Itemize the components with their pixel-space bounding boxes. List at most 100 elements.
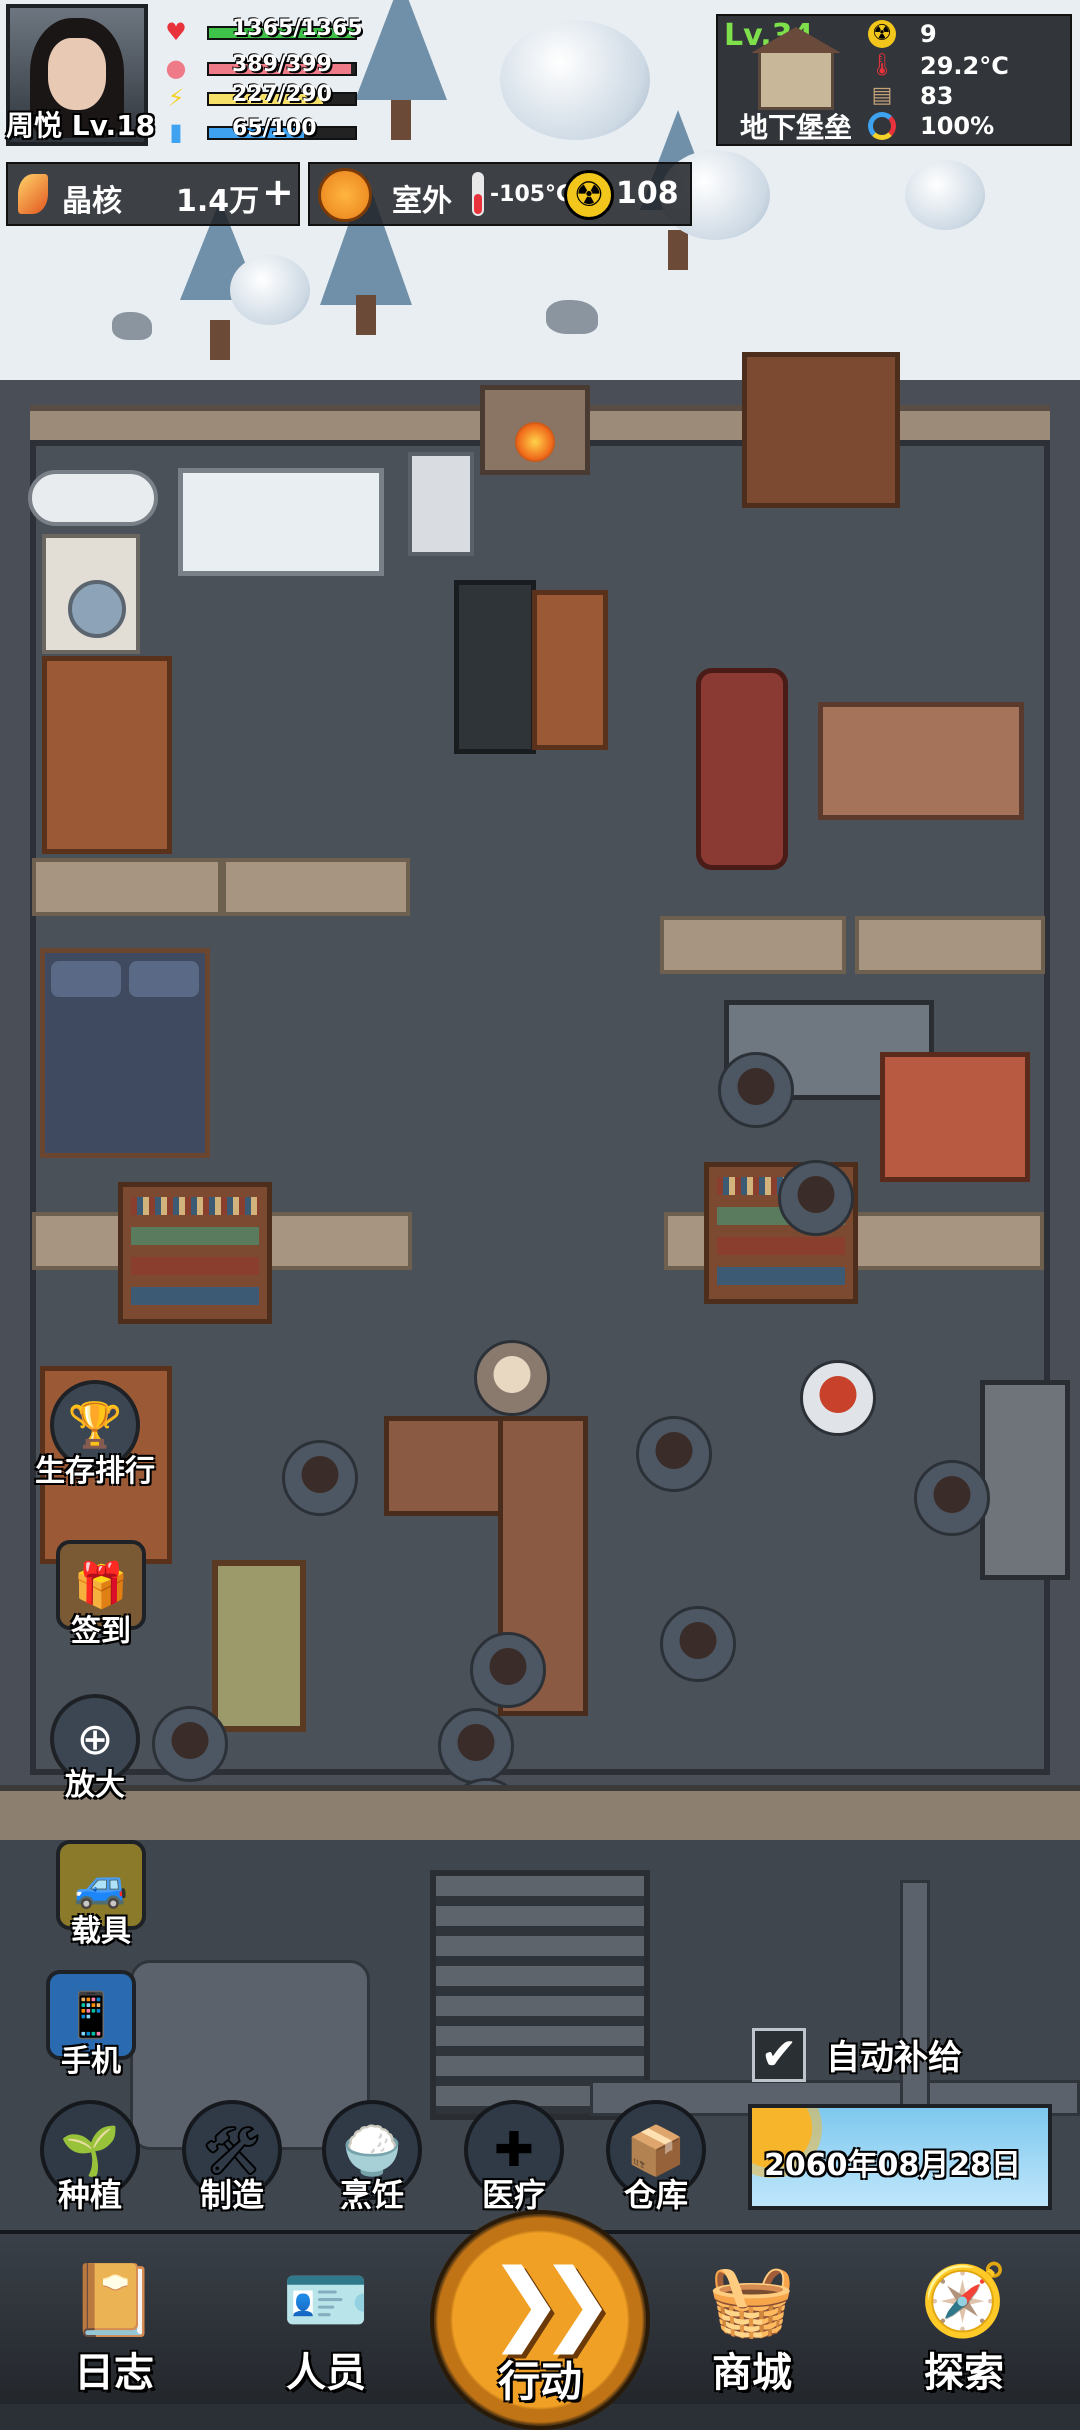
location-label: 室外 — [392, 184, 452, 219]
outside-temperature: -105°C — [490, 182, 573, 207]
date-panel: 2060年08月28日 — [748, 2104, 1052, 2210]
survivor[interactable] — [152, 1706, 228, 1782]
checkin-button[interactable]: 🎁 签到 — [46, 1540, 156, 1650]
crafting-button[interactable]: 🛠 制造 — [172, 2100, 292, 2220]
stat-value: 227/290 — [232, 82, 332, 107]
water-heater[interactable] — [408, 452, 474, 556]
vehicle-button[interactable]: 🚙 载具 — [46, 1840, 156, 1950]
nav-log[interactable]: 📔 日志 — [24, 2240, 204, 2400]
crystal-label: 晶核 — [62, 184, 122, 219]
thermometer-icon: 🌡 — [868, 53, 896, 78]
auto-supply-label[interactable]: 自动补给 — [826, 2030, 962, 2079]
survivor[interactable] — [282, 1440, 358, 1516]
zoom-label: 放大 — [65, 1768, 125, 1803]
player-name-level: 周悦 Lv.18 — [6, 109, 156, 142]
planting-button[interactable]: 🌱 种植 — [30, 2100, 150, 2220]
auto-supply-checkbox[interactable]: ✔ — [752, 2028, 806, 2082]
crystal-icon — [18, 174, 48, 214]
room-bottom-wall — [0, 1785, 1080, 1846]
drum-icon — [68, 580, 126, 638]
stat-value: 65/100 — [232, 116, 317, 141]
fire-icon — [515, 422, 555, 462]
phone-label: 手机 — [61, 2044, 121, 2079]
shelter-radiation-value: 9 — [920, 20, 937, 48]
dining-table[interactable] — [818, 702, 1024, 820]
energy-stat: ⚡ 227/290 — [162, 82, 362, 112]
stomach-icon: ● — [165, 54, 187, 82]
pine-tree — [355, 0, 447, 140]
thermometer-icon — [472, 172, 484, 216]
kitchen-counter[interactable] — [42, 656, 172, 854]
outside-radiation: 108 — [616, 176, 679, 211]
bed[interactable] — [40, 948, 210, 1158]
fast-forward-icon: ❯❯ — [488, 2250, 615, 2355]
shelter-panel[interactable]: Lv.34 地下堡垒 ☢ 9 🌡 29.2°C ▤ 83 100% — [716, 14, 1072, 146]
partition-wall — [32, 858, 222, 916]
basket-icon: 🧺 — [708, 2258, 796, 2341]
water-icon: ▮ — [169, 118, 183, 146]
ranking-label: 生存排行 — [35, 1454, 155, 1489]
survivor[interactable] — [660, 1606, 736, 1682]
partition-wall — [855, 916, 1045, 974]
fireplace[interactable] — [480, 385, 590, 475]
rock — [112, 312, 152, 340]
phone-button[interactable]: 📱 手机 — [36, 1970, 146, 2080]
zoom-button[interactable]: ⊕ 放大 — [40, 1694, 150, 1804]
toilet[interactable] — [28, 470, 158, 526]
survivor[interactable] — [914, 1460, 990, 1536]
survivor[interactable] — [778, 1160, 854, 1236]
nav-explore[interactable]: 🧭 探索 — [874, 2240, 1054, 2400]
crafting-label: 制造 — [199, 2176, 264, 2214]
ranking-button[interactable]: 🏆 生存排行 — [35, 1380, 155, 1490]
coffee-table[interactable] — [212, 1560, 306, 1732]
planting-label: 种植 — [57, 2176, 122, 2214]
survivor[interactable] — [800, 1360, 876, 1436]
id-card-icon: 🪪 — [282, 2258, 370, 2341]
tv-stand[interactable] — [532, 590, 608, 750]
bookshelf[interactable] — [118, 1182, 272, 1324]
survivor[interactable] — [474, 1340, 550, 1416]
hunger-stat: ● 389/399 — [162, 52, 362, 82]
nav-staff-label: 人员 — [286, 2350, 366, 2396]
partition-wall — [222, 858, 410, 916]
crystal-value: 1.4万 — [176, 184, 260, 219]
snow-bush — [500, 20, 650, 140]
environment-bar: 室外 -105°C ☢ 108 — [308, 162, 692, 226]
medical-button[interactable]: ✚ 医疗 — [454, 2100, 574, 2220]
rock — [546, 300, 598, 334]
game-date: 2060年08月28日 — [764, 2148, 1021, 2183]
heart-icon: ♥ — [165, 18, 187, 46]
snow-bush — [905, 160, 985, 230]
generator[interactable] — [880, 1052, 1030, 1182]
survivor[interactable] — [718, 1052, 794, 1128]
massage-chair[interactable] — [696, 668, 788, 870]
cooking-label: 烹饪 — [339, 2176, 404, 2214]
television[interactable] — [454, 580, 536, 754]
washing-machine[interactable] — [42, 534, 140, 654]
journal-icon: 📔 — [70, 2258, 158, 2341]
survivor[interactable] — [470, 1632, 546, 1708]
energy-icon: ⚡ — [167, 84, 185, 112]
computer-desk[interactable] — [980, 1380, 1070, 1580]
warehouse-button[interactable]: 📦 仓库 — [596, 2100, 716, 2220]
shelter-name: 地下堡垒 — [740, 111, 853, 144]
nav-action-button[interactable]: ❯❯ 行动 — [430, 2210, 650, 2430]
house-icon — [751, 27, 841, 110]
survivor[interactable] — [438, 1708, 514, 1784]
checkin-label: 签到 — [71, 1614, 131, 1649]
pie-icon — [868, 112, 896, 140]
survivor[interactable] — [636, 1416, 712, 1492]
nav-staff[interactable]: 🪪 人员 — [236, 2240, 416, 2400]
crystal-resource-bar[interactable]: 晶核 1.4万 + — [6, 162, 300, 226]
bathtub[interactable] — [178, 468, 384, 576]
cooking-button[interactable]: 🍚 烹饪 — [312, 2100, 432, 2220]
shelter-temperature-value: 29.2°C — [920, 52, 1009, 80]
snow-bush — [230, 255, 310, 325]
shelter-integrity-value: 100% — [920, 112, 995, 140]
nav-shop[interactable]: 🧺 商城 — [662, 2240, 842, 2400]
wooden-cabinet[interactable] — [742, 352, 900, 508]
add-crystal-button[interactable]: + — [262, 170, 294, 214]
partition-wall — [660, 916, 846, 974]
nav-shop-label: 商城 — [712, 2350, 792, 2396]
pillow — [51, 961, 121, 997]
